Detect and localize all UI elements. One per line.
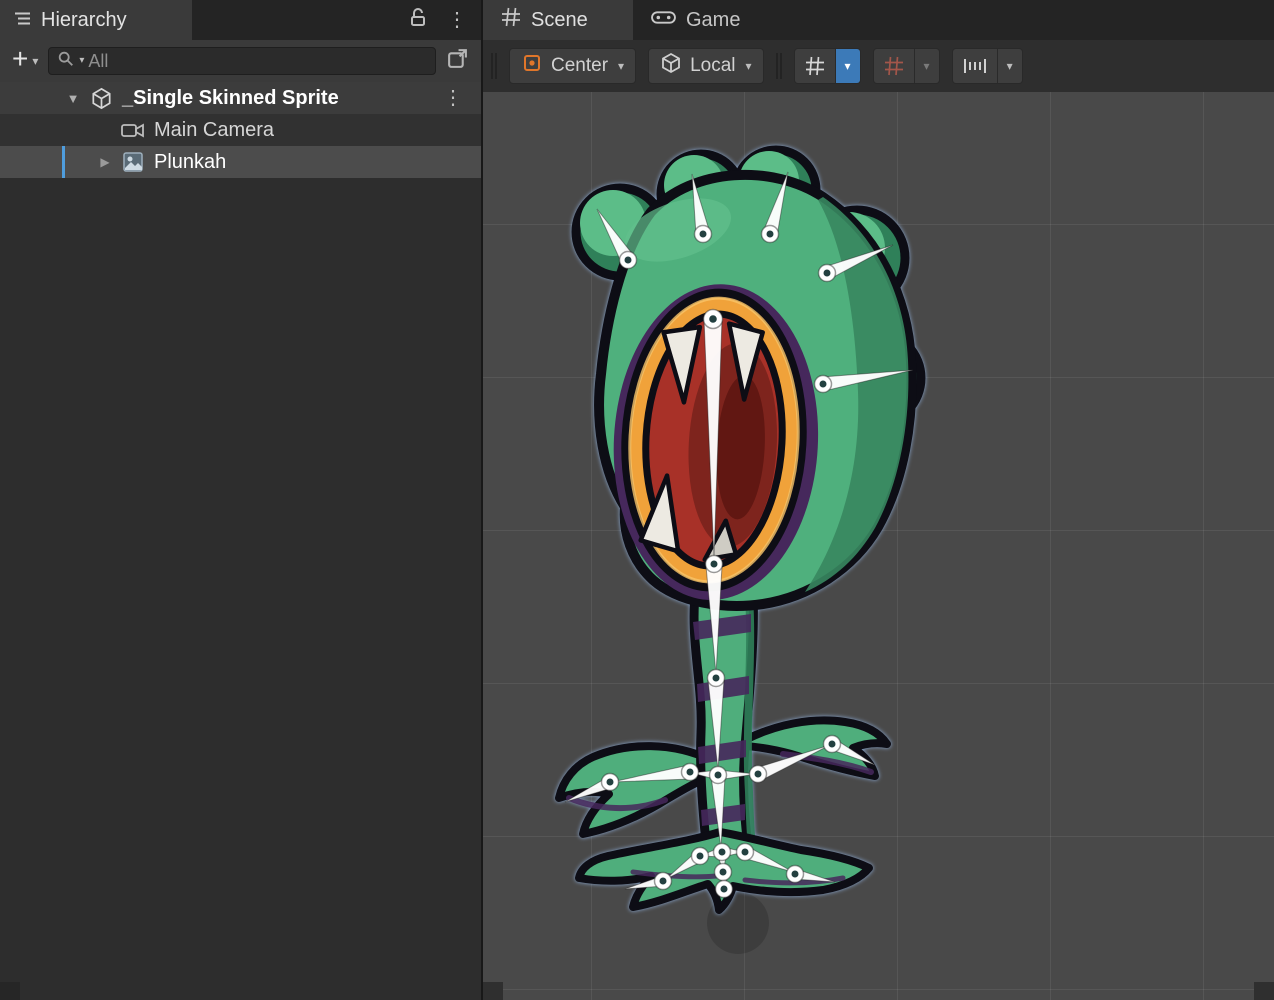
bone-joint (787, 866, 804, 883)
pivot-mode-button[interactable]: Center ▾ (509, 48, 636, 84)
tab-game[interactable]: Game (633, 0, 783, 40)
item-label: Main Camera (154, 119, 274, 142)
snap-increment-dropdown[interactable]: ▾ (997, 49, 1022, 83)
gamepad-icon (651, 9, 676, 32)
hierarchy-item-plunkah[interactable]: ▶ Plunkah (0, 146, 481, 178)
unity-editor-window: Hierarchy ⋮ + ▾ ▾ (0, 0, 1274, 1000)
hierarchy-menu-kebab-icon[interactable]: ⋮ (447, 10, 467, 30)
scene-tab-label: Scene (531, 9, 588, 32)
scene-canvas[interactable] (483, 92, 1274, 1000)
bone-joint (716, 881, 733, 898)
grid-visibility-control: ▾ (794, 48, 861, 84)
bone-joint (682, 764, 699, 781)
pop-out-icon[interactable] (446, 47, 469, 75)
bone-joint (695, 226, 712, 243)
bone-joint (714, 844, 731, 861)
window-resize-grip[interactable] (1254, 982, 1274, 1000)
bone-joint (762, 226, 779, 243)
snap-increment-control: ▾ (952, 48, 1023, 84)
foldout-closed-icon[interactable]: ▶ (92, 155, 118, 169)
scene-panel: Scene Game Center ▾ (483, 0, 1274, 1000)
foldout-open-icon[interactable]: ▼ (60, 91, 86, 106)
hierarchy-tab-label: Hierarchy (41, 9, 127, 32)
tab-hierarchy[interactable]: Hierarchy (0, 0, 192, 40)
hierarchy-tabstrip: Hierarchy ⋮ (0, 0, 481, 40)
chevron-down-icon: ▾ (745, 60, 751, 72)
pivot-icon (521, 52, 543, 80)
chevron-down-icon: ▾ (618, 60, 624, 72)
bone-joint (692, 848, 709, 865)
search-icon (57, 50, 75, 73)
bone-joint (815, 376, 832, 393)
bone-joint (710, 767, 727, 784)
orientation-mode-button[interactable]: Local ▾ (648, 48, 763, 84)
chevron-down-icon: ▾ (32, 55, 38, 67)
search-filter-caret-icon[interactable]: ▾ (79, 56, 84, 66)
scene-header-row[interactable]: ▼ _Single Skinned Sprite ⋮ (0, 82, 481, 114)
chevron-down-icon: ▾ (1007, 60, 1013, 72)
bone-joint (750, 766, 767, 783)
bone-joint (708, 670, 725, 687)
chevron-down-icon: ▾ (845, 60, 851, 72)
bone-joint (824, 736, 841, 753)
bone-joint (620, 252, 637, 269)
bone-joint (602, 774, 619, 791)
local-cube-icon (660, 52, 682, 80)
hierarchy-tree: ▼ _Single Skinned Sprite ⋮ Main Camera ▶ (0, 82, 481, 178)
bone-joint (819, 265, 836, 282)
search-input[interactable] (88, 51, 427, 72)
viewport-corner (483, 982, 503, 1000)
scene-viewport[interactable] (483, 92, 1274, 1000)
search-field[interactable]: ▾ (48, 47, 436, 75)
sprite-icon (118, 150, 148, 174)
camera-icon (118, 119, 148, 141)
panel-resize-corner[interactable] (0, 982, 20, 1000)
bone-joint (737, 844, 754, 861)
tab-scene[interactable]: Scene (483, 0, 633, 40)
bone-joint (715, 864, 732, 881)
hierarchy-toolbar: + ▾ ▾ (0, 40, 481, 82)
hierarchy-item-main-camera[interactable]: Main Camera (0, 114, 481, 146)
hierarchy-list-icon (14, 9, 31, 32)
panel-divider[interactable] (481, 0, 483, 1000)
scene-toolbar: Center ▾ Local ▾ ▾ (483, 40, 1274, 92)
scene-tabstrip: Scene Game (483, 0, 1274, 40)
lock-icon[interactable] (409, 8, 427, 33)
bone-joint (655, 873, 672, 890)
scene-options-kebab-icon[interactable]: ⋮ (443, 88, 463, 108)
game-tab-label: Game (686, 9, 740, 32)
scene-grid-icon (501, 7, 521, 33)
grid-settings-dropdown[interactable]: ▾ (835, 49, 860, 83)
unity-scene-icon (86, 86, 116, 111)
toolbar-separator (491, 53, 497, 79)
snap-settings-dropdown[interactable]: ▾ (914, 49, 939, 83)
bone-joint (704, 310, 723, 329)
left-leaf (559, 746, 713, 834)
grid-toggle-button[interactable] (795, 49, 835, 83)
plunkah-sprite[interactable] (559, 150, 921, 910)
snap-toggle-button[interactable] (874, 49, 914, 83)
grid-snapping-control: ▾ (873, 48, 940, 84)
item-label: Plunkah (154, 151, 226, 174)
hierarchy-panel: Hierarchy ⋮ + ▾ ▾ (0, 0, 481, 1000)
chevron-down-icon: ▾ (924, 60, 930, 72)
selection-indicator-bar (62, 146, 65, 178)
plus-icon: + (12, 45, 28, 73)
toolbar-separator (776, 53, 782, 79)
snap-increment-button[interactable] (953, 49, 997, 83)
bone-joint (706, 556, 723, 573)
orientation-label: Local (690, 55, 735, 77)
create-menu-button[interactable]: + ▾ (12, 49, 38, 73)
scene-name-label: _Single Skinned Sprite (122, 87, 339, 110)
pivot-label: Center (551, 55, 608, 77)
